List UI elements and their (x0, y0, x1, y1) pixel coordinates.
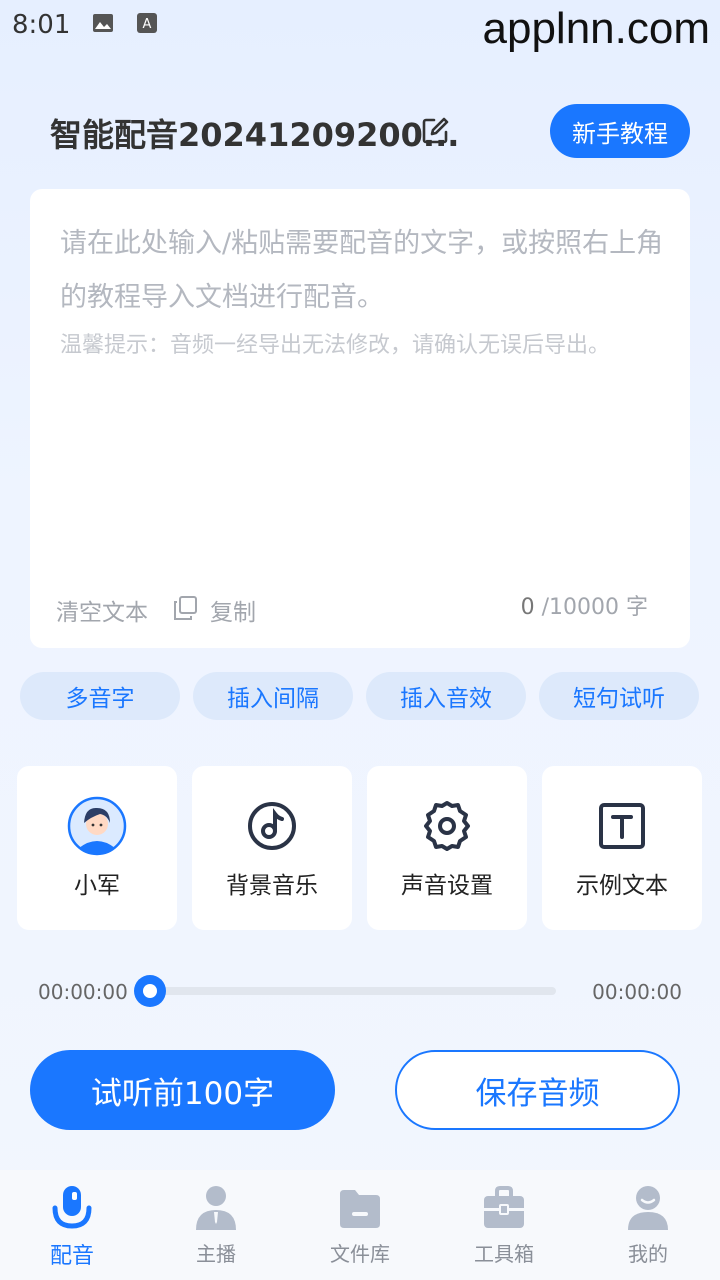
watermark: applnn.com (482, 4, 710, 53)
voice-settings-label: 声音设置 (401, 873, 493, 899)
nav-file-library[interactable]: 文件库 (288, 1170, 432, 1280)
polyphone-chip[interactable]: 多音字 (20, 672, 180, 720)
svg-text:A: A (143, 17, 152, 32)
background-music-card[interactable]: 背景音乐 (192, 766, 352, 930)
nav-toolbox[interactable]: 工具箱 (432, 1170, 576, 1280)
insert-pause-chip[interactable]: 插入间隔 (193, 672, 353, 720)
background-music-label: 背景音乐 (226, 873, 318, 899)
font-icon: A (137, 13, 157, 33)
progress-track[interactable] (150, 987, 556, 995)
status-time: 8:01 (12, 10, 71, 40)
gallery-icon (93, 14, 113, 32)
avatar-icon (67, 796, 127, 856)
edit-icon[interactable] (420, 116, 450, 146)
sample-text-label: 示例文本 (576, 873, 668, 899)
folder-icon (340, 1190, 380, 1228)
header: 智能配音20241209200... 新手教程 (0, 100, 720, 162)
insert-sound-effect-chip[interactable]: 插入音效 (366, 672, 526, 720)
bottom-navigation: 配音 主播 文件库 工具箱 我的 (0, 1170, 720, 1280)
nav-profile[interactable]: 我的 (576, 1170, 720, 1280)
character-counter: 0 /10000 字 (521, 589, 648, 621)
document-title[interactable]: 智能配音20241209200... (50, 110, 459, 156)
music-note-icon (248, 802, 296, 850)
sample-text-card[interactable]: 示例文本 (542, 766, 702, 930)
save-audio-button[interactable]: 保存音频 (395, 1050, 680, 1130)
clear-text-button[interactable]: 清空文本 (56, 593, 148, 627)
editing-chips: 多音字 插入间隔 插入音效 短句试听 (20, 672, 700, 720)
copy-button[interactable]: 复制 (210, 593, 256, 627)
toolbox-icon (484, 1186, 524, 1228)
sentence-preview-chip[interactable]: 短句试听 (539, 672, 699, 720)
tutorial-button[interactable]: 新手教程 (550, 104, 690, 158)
editor-placeholder: 请在此处输入/粘贴需要配音的文字，或按照右上角的教程导入文档进行配音。 (60, 228, 664, 313)
character-count: 0 (520, 595, 535, 620)
nav-toolbox-label: 工具箱 (474, 1242, 534, 1266)
total-time: 00:00:00 (592, 980, 682, 1004)
microphone-icon (52, 1186, 92, 1229)
nav-profile-label: 我的 (628, 1242, 668, 1266)
tool-cards: 小军 背景音乐 声音设置 示例文本 (17, 766, 703, 930)
person-icon (196, 1186, 236, 1230)
copy-icon[interactable] (172, 595, 198, 621)
export-tip: 温馨提示：音频一经导出无法修改，请确认无误后导出。 (60, 333, 611, 358)
voice-settings-card[interactable]: 声音设置 (367, 766, 527, 930)
preview-button[interactable]: 试听前100字 (30, 1050, 335, 1130)
progress-thumb[interactable] (134, 975, 166, 1007)
voice-selector-card[interactable]: 小军 (17, 766, 177, 930)
nav-anchors[interactable]: 主播 (144, 1170, 288, 1280)
nav-file-library-label: 文件库 (330, 1242, 390, 1266)
status-bar: 8:01 A applnn.com (0, 0, 720, 53)
audio-player: 00:00:00 00:00:00 (0, 970, 720, 1014)
current-time: 00:00:00 (38, 980, 128, 1004)
nav-anchors-label: 主播 (196, 1242, 236, 1266)
gear-icon (424, 801, 470, 851)
text-box-icon (599, 803, 645, 849)
text-editor[interactable]: 请在此处输入/粘贴需要配音的文字，或按照右上角的教程导入文档进行配音。 温馨提示… (30, 189, 690, 648)
nav-dubbing[interactable]: 配音 (0, 1170, 144, 1280)
voice-name-label: 小军 (74, 873, 120, 899)
profile-icon (628, 1186, 668, 1230)
nav-dubbing-label: 配音 (49, 1244, 94, 1269)
character-limit: /10000 字 (534, 595, 648, 620)
